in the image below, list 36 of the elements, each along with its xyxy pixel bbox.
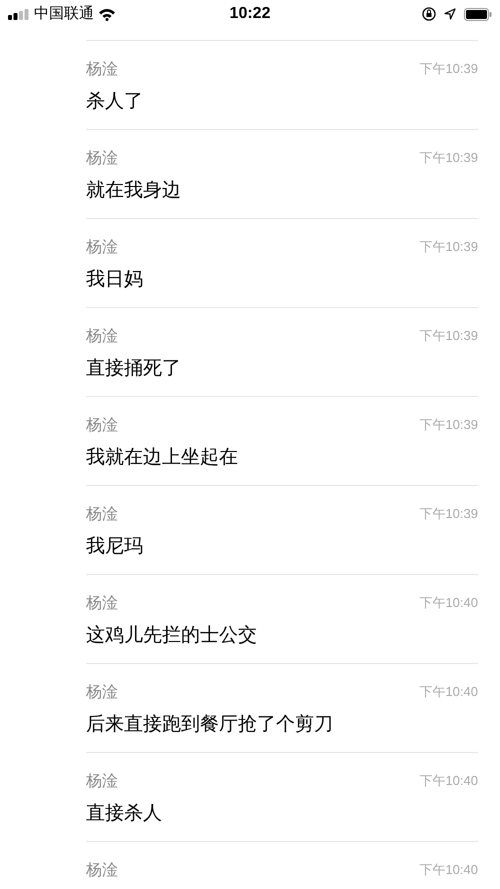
message-time: 下午10:39 [419, 416, 478, 434]
message-text: 我日妈 [86, 268, 144, 292]
sender-name: 杨淦 [86, 60, 118, 80]
sender-name: 杨淦 [86, 149, 118, 169]
sender-name: 杨淦 [86, 683, 118, 703]
sender-name: 杨淦 [86, 772, 118, 792]
message-time: 下午10:40 [419, 861, 478, 879]
message-text: 就在我身边 [86, 179, 182, 203]
message-time: 下午10:39 [419, 505, 478, 523]
message-time: 下午10:39 [419, 149, 478, 167]
sender-name: 杨淦 [86, 861, 118, 881]
message-text: 这鸡儿先拦的士公交 [86, 624, 258, 648]
message-time: 下午10:40 [419, 683, 478, 701]
sender-name: 杨淦 [86, 416, 118, 436]
sender-name: 杨淦 [86, 505, 118, 525]
battery-icon [464, 8, 492, 20]
sender-name: 杨淦 [86, 327, 118, 347]
message-time: 下午10:39 [419, 238, 478, 256]
carrier-name: 中国联通 [34, 4, 94, 24]
location-icon [444, 8, 456, 20]
sender-name: 杨淦 [86, 238, 118, 258]
wifi-icon [98, 8, 116, 20]
message-text: 直接杀人 [86, 802, 163, 826]
clock-time: 10:22 [230, 4, 270, 24]
message-time: 下午10:40 [419, 594, 478, 612]
message-text: 杀人了 [86, 90, 144, 114]
message-time: 下午10:39 [419, 327, 478, 345]
rotation-lock-icon [422, 7, 436, 21]
message-time: 下午10:39 [419, 60, 478, 78]
sender-name: 杨淦 [86, 594, 118, 614]
message-time: 下午10:40 [419, 772, 478, 790]
message-text: 我就在边上坐起在 [86, 446, 239, 470]
message-text: 我尼玛 [86, 535, 144, 559]
message-text: 直接捅死了 [86, 357, 182, 381]
message-text: 后来直接跑到餐厅抢了个剪刀 [86, 713, 334, 737]
signal-icon [8, 8, 30, 20]
